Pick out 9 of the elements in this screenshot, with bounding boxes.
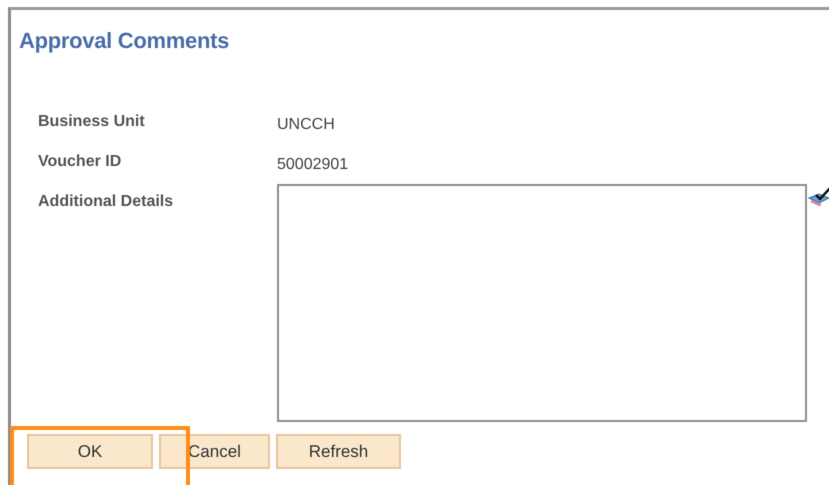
dialog-button[interactable]: OK	[27, 434, 153, 469]
field-label: Business Unit	[38, 112, 146, 132]
dialog-button[interactable]: Refresh	[276, 434, 401, 469]
field-label: Voucher ID	[38, 152, 122, 172]
field-label: Additional Details	[38, 192, 174, 212]
field-value: 50002901	[277, 155, 350, 175]
field-value: UNCCH	[277, 115, 336, 135]
dialog-button[interactable]: Cancel	[159, 434, 270, 469]
dialog-title: Approval Comments	[19, 28, 230, 54]
